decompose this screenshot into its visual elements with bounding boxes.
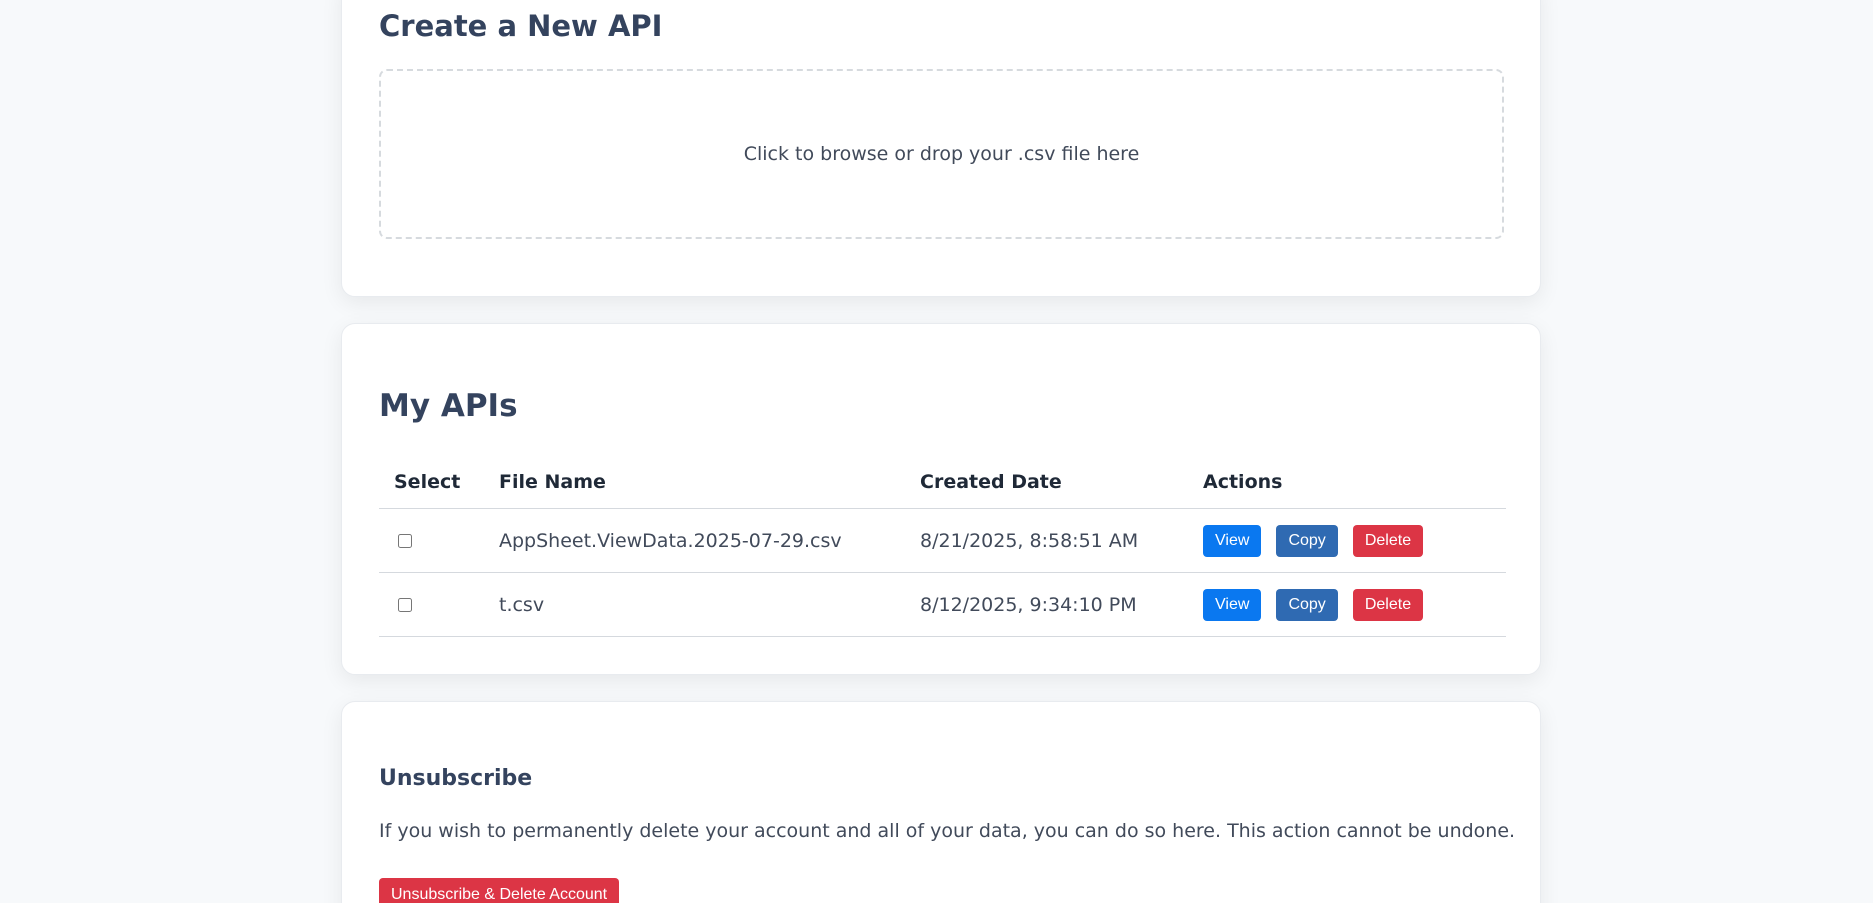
column-header-created-date: Created Date [905,456,1188,509]
row-select-checkbox[interactable] [398,534,412,548]
table-header-row: Select File Name Created Date Actions [379,456,1506,509]
csv-dropzone[interactable]: Click to browse or drop your .csv file h… [379,69,1504,239]
copy-button[interactable]: Copy [1276,524,1338,557]
select-cell [379,508,484,573]
apis-table: Select File Name Created Date Actions Ap… [379,456,1506,637]
unsubscribe-description: If you wish to permanently delete your a… [379,820,1516,842]
unsubscribe-delete-account-button[interactable]: Unsubscribe & Delete Account [379,878,620,903]
view-button[interactable]: View [1203,524,1262,557]
unsubscribe-card: Unsubscribe If you wish to permanently d… [341,701,1541,903]
file-name-cell: t.csv [484,572,905,637]
my-apis-title: My APIs [379,388,518,424]
my-apis-card: My APIs Select File Name Created Date Ac… [341,323,1541,675]
column-header-actions: Actions [1188,456,1506,509]
copy-button[interactable]: Copy [1276,588,1338,621]
created-date-cell: 8/21/2025, 8:58:51 AM [905,508,1188,573]
column-header-file-name: File Name [484,456,905,509]
select-cell [379,572,484,637]
delete-button[interactable]: Delete [1352,524,1424,557]
actions-cell: View Copy Delete [1188,508,1506,573]
table-row: AppSheet.ViewData.2025-07-29.csv 8/21/20… [379,508,1506,573]
unsubscribe-title: Unsubscribe [379,766,533,791]
dropzone-text: Click to browse or drop your .csv file h… [743,143,1140,165]
delete-button[interactable]: Delete [1352,588,1424,621]
create-api-title: Create a New API [379,9,663,43]
file-name-cell: AppSheet.ViewData.2025-07-29.csv [484,508,905,573]
view-button[interactable]: View [1203,588,1262,621]
created-date-cell: 8/12/2025, 9:34:10 PM [905,572,1188,637]
table-row: t.csv 8/12/2025, 9:34:10 PM View Copy De… [379,572,1506,637]
column-header-select: Select [379,456,484,509]
actions-cell: View Copy Delete [1188,572,1506,637]
page: Create a New API Click to browse or drop… [0,0,1873,903]
row-select-checkbox[interactable] [398,598,412,612]
create-api-card: Create a New API Click to browse or drop… [341,0,1541,297]
